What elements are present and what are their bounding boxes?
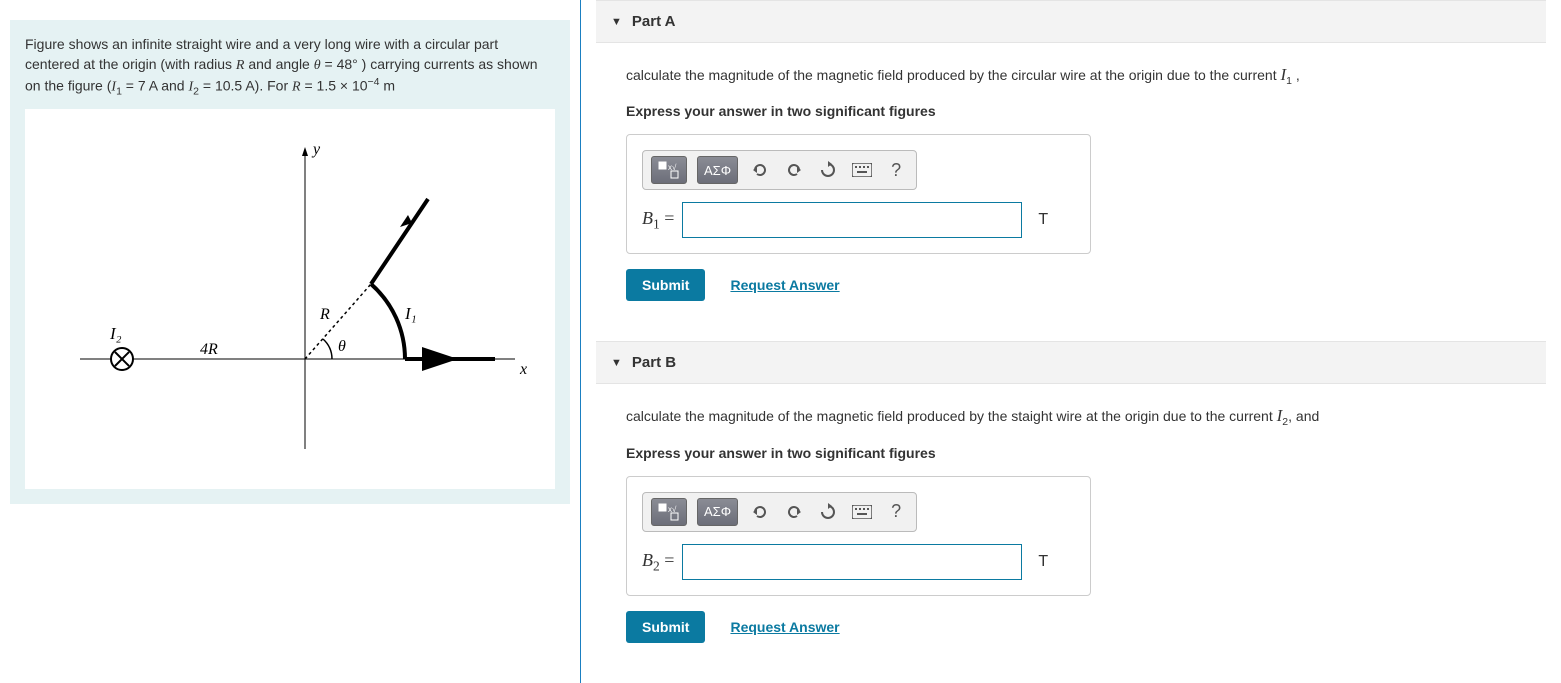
undo-icon[interactable] <box>748 500 772 524</box>
part-a-instruction: Express your answer in two significant f… <box>626 103 1516 119</box>
part-a-body: calculate the magnitude of the magnetic … <box>596 43 1546 321</box>
part-b-answer-box: x√ ΑΣΦ ? <box>626 476 1091 596</box>
reset-icon[interactable] <box>816 500 840 524</box>
part-a-answer-input[interactable] <box>682 202 1022 238</box>
chevron-down-icon: ▼ <box>611 16 622 28</box>
part-b-title: Part B <box>632 354 676 371</box>
physics-diagram: y x I₂ 4R R I₁ <box>50 129 530 469</box>
right-panel: ▼ Part A calculate the magnitude of the … <box>581 0 1561 683</box>
help-icon[interactable]: ? <box>884 158 908 182</box>
chevron-down-icon: ▼ <box>611 357 622 369</box>
part-b-unit: T <box>1038 553 1048 571</box>
part-b-answer-row: B2 = T <box>642 544 1075 580</box>
part-b-question: calculate the magnitude of the magnetic … <box>626 404 1516 429</box>
part-a-answer-box: x√ ΑΣΦ ? <box>626 134 1091 254</box>
templates-button[interactable]: x√ <box>651 498 687 526</box>
x-axis-label: x <box>519 361 527 378</box>
part-a-submit-button[interactable]: Submit <box>626 269 705 301</box>
left-panel: Figure shows an infinite straight wire a… <box>0 0 580 683</box>
part-b-submit-button[interactable]: Submit <box>626 611 705 643</box>
radius-label: R <box>319 306 330 323</box>
part-b-header[interactable]: ▼ Part B <box>596 341 1546 384</box>
problem-box: Figure shows an infinite straight wire a… <box>10 20 570 504</box>
y-axis-label: y <box>311 141 321 158</box>
figure: y x I₂ 4R R I₁ <box>25 109 555 489</box>
part-a-header[interactable]: ▼ Part A <box>596 0 1546 43</box>
undo-icon[interactable] <box>748 158 772 182</box>
part-a-actions: Submit Request Answer <box>626 269 1516 301</box>
greek-button[interactable]: ΑΣΦ <box>697 156 738 184</box>
part-b-request-answer-link[interactable]: Request Answer <box>730 619 839 635</box>
part-b-actions: Submit Request Answer <box>626 611 1516 643</box>
part-a-answer-row: B1 = T <box>642 202 1075 238</box>
part-a-question: calculate the magnitude of the magnetic … <box>626 63 1516 88</box>
i2-label: I₂ <box>109 324 122 343</box>
part-a: ▼ Part A calculate the magnitude of the … <box>596 0 1546 321</box>
part-a-request-answer-link[interactable]: Request Answer <box>730 277 839 293</box>
part-b-answer-input[interactable] <box>682 544 1022 580</box>
problem-statement: Figure shows an infinite straight wire a… <box>25 35 555 99</box>
templates-button[interactable]: x√ <box>651 156 687 184</box>
theta-label: θ <box>338 338 346 355</box>
part-a-unit: T <box>1038 211 1048 229</box>
part-a-title: Part A <box>632 13 676 30</box>
b1-label: B1 = <box>642 208 674 233</box>
keyboard-icon[interactable] <box>850 158 874 182</box>
equation-toolbar: x√ ΑΣΦ ? <box>642 492 917 532</box>
redo-icon[interactable] <box>782 158 806 182</box>
i1-label: I₁ <box>404 304 417 323</box>
part-b-instruction: Express your answer in two significant f… <box>626 445 1516 461</box>
keyboard-icon[interactable] <box>850 500 874 524</box>
redo-icon[interactable] <box>782 500 806 524</box>
b2-label: B2 = <box>642 550 674 575</box>
part-b-body: calculate the magnitude of the magnetic … <box>596 384 1546 662</box>
reset-icon[interactable] <box>816 158 840 182</box>
help-icon[interactable]: ? <box>884 500 908 524</box>
part-b: ▼ Part B calculate the magnitude of the … <box>596 341 1546 662</box>
greek-button[interactable]: ΑΣΦ <box>697 498 738 526</box>
distance-4r-label: 4R <box>200 341 218 358</box>
equation-toolbar: x√ ΑΣΦ ? <box>642 150 917 190</box>
